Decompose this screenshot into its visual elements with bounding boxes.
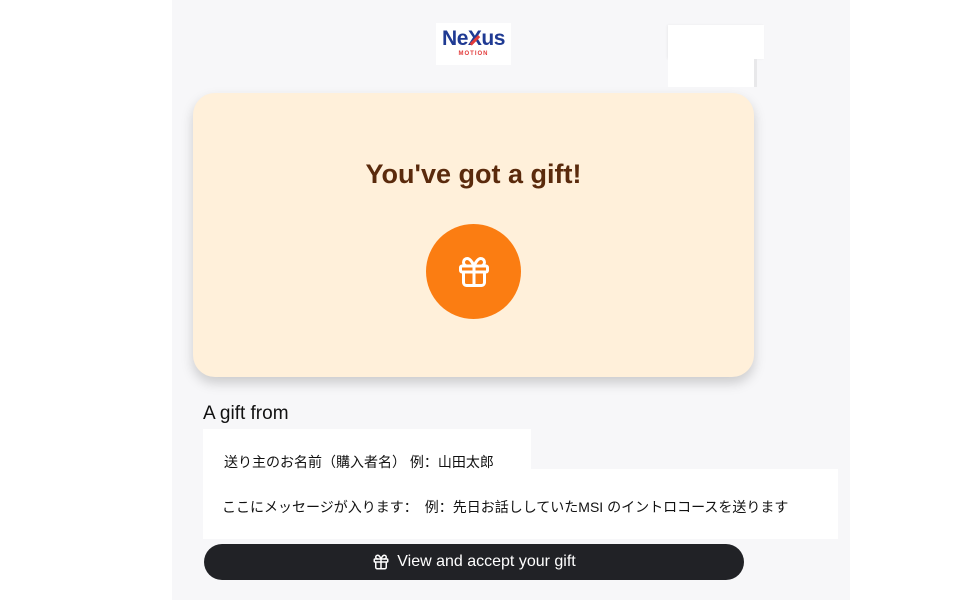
sender-name-box: 送り主のお名前（購入者名） 例：山田太郎	[203, 429, 531, 473]
gift-from-label: A gift from	[203, 403, 289, 424]
header-fragment-lower	[668, 59, 757, 87]
gift-title: You've got a gift!	[365, 159, 582, 189]
message-box: ここにメッセージが入ります： 例：先日お話ししていたMSI のイントロコースを送…	[203, 469, 838, 539]
view-accept-gift-button[interactable]: View and accept your gift	[204, 544, 744, 580]
nexus-motion-logo: NeXus MOTION	[436, 23, 511, 65]
gift-icon-circle	[426, 224, 521, 319]
gift-message: ここにメッセージが入ります： 例：先日お話ししていたMSI のイントロコースを送…	[222, 499, 789, 515]
gift-icon	[373, 554, 389, 570]
logo-subtext: MOTION	[458, 51, 489, 57]
header-fragment	[668, 25, 764, 59]
gift-icon	[458, 256, 489, 287]
logo-wordmark: NeXus	[442, 27, 505, 50]
gift-card: You've got a gift!	[193, 93, 754, 377]
accept-button-label: View and accept your gift	[397, 553, 576, 570]
